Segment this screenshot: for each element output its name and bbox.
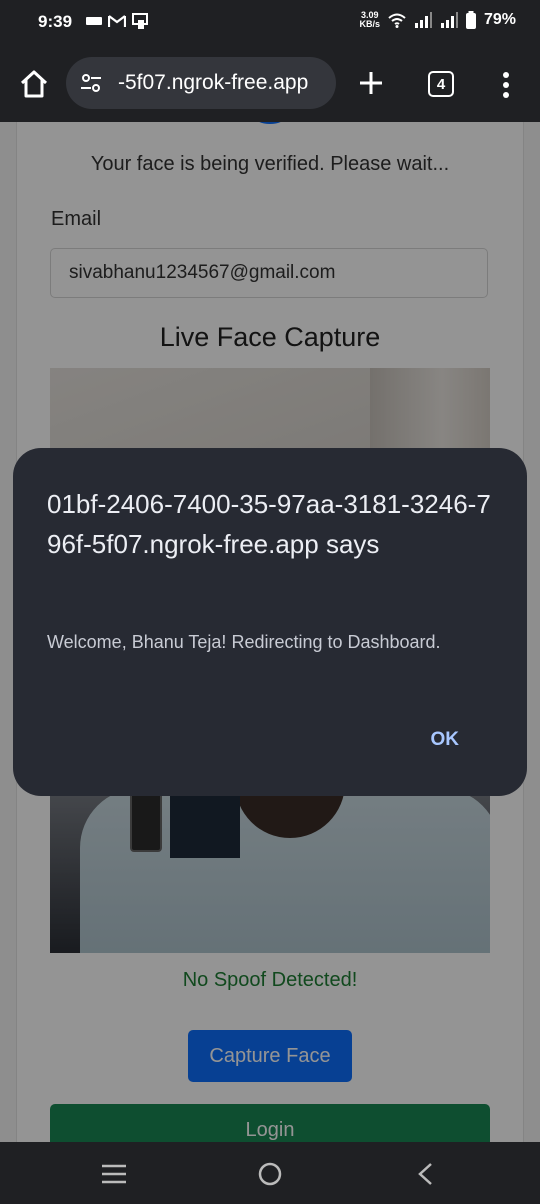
signal-icon-1 xyxy=(414,12,432,28)
phone-link-icon xyxy=(132,13,148,29)
dialog-title: 01bf-2406-7400-35-97aa-3181-3246-796f-5f… xyxy=(47,489,491,559)
dialog-message: Welcome, Bhanu Teja! Redirecting to Dash… xyxy=(47,632,441,652)
status-time: 9:39 xyxy=(38,12,73,31)
paytm-icon xyxy=(86,17,102,25)
dialog-ok-button[interactable]: OK xyxy=(431,729,460,751)
back-icon[interactable] xyxy=(416,1162,434,1186)
new-tab-icon[interactable] xyxy=(356,68,386,98)
tab-switcher-button[interactable]: 4 xyxy=(428,71,454,97)
home-icon[interactable] xyxy=(16,66,52,102)
url-text: -5f07.ngrok-free.app xyxy=(118,71,309,94)
signal-icon-2 xyxy=(440,12,458,28)
recents-icon[interactable] xyxy=(101,1164,127,1184)
alert-dialog: 01bf-2406-7400-35-97aa-3181-3246-796f-5f… xyxy=(13,448,527,796)
more-menu-icon[interactable] xyxy=(500,70,512,100)
address-bar[interactable]: -5f07.ngrok-free.app xyxy=(66,57,336,109)
net-speed-unit: KB/s xyxy=(359,19,380,29)
status-bar: 9:39 3.09 KB/s 79% xyxy=(0,0,540,44)
nav-home-icon[interactable] xyxy=(258,1162,282,1186)
status-right: 3.09 KB/s 79% xyxy=(359,11,516,29)
battery-level: 79% xyxy=(483,11,516,28)
site-settings-icon[interactable] xyxy=(80,72,102,94)
system-nav-bar xyxy=(0,1142,540,1204)
battery-icon xyxy=(465,11,476,29)
gmail-icon xyxy=(108,15,126,27)
wifi-icon xyxy=(388,13,406,28)
net-speed: 3.09 KB/s xyxy=(359,11,380,29)
notification-icons xyxy=(86,13,148,29)
browser-toolbar: -5f07.ngrok-free.app 4 xyxy=(0,44,540,122)
